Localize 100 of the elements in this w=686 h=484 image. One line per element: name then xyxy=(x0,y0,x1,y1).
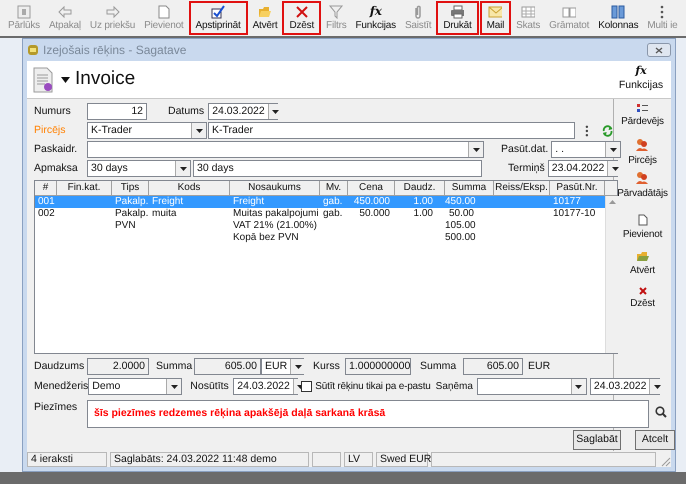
table-cell-text: 50.00 105.00 500.00 xyxy=(445,208,477,244)
document-icon xyxy=(638,214,648,226)
toolbar-button[interactable]: Apstiprināt xyxy=(188,1,248,35)
document-icon xyxy=(156,4,171,18)
dropdown-field[interactable]: 30 days xyxy=(87,160,191,177)
caret-icon xyxy=(294,364,302,368)
table-cell-text: Muitas pakalpojumi VAT 21% (21.00%) Kopā bez PVN xyxy=(232,208,320,244)
caret-icon xyxy=(610,148,617,152)
sidebar-button[interactable]: Dzēst xyxy=(630,287,655,310)
column-header[interactable]: Fin.kat. xyxy=(57,181,112,195)
status-pane: 4 ieraksti xyxy=(27,452,107,467)
column-header[interactable]: # xyxy=(35,181,57,195)
dropdown-field[interactable] xyxy=(476,378,587,395)
close-x-icon xyxy=(294,4,309,18)
field-label: Pircējs xyxy=(34,122,67,138)
caret-icon xyxy=(472,148,480,152)
table-cell-text: 450.00 xyxy=(445,196,477,208)
toolbar-button[interactable]: Atvērt xyxy=(248,1,282,35)
column-header[interactable]: Reiss/Eksp. xyxy=(494,181,550,195)
column-header[interactable]: Mv. xyxy=(320,181,348,195)
table-cell-text: 50.000 xyxy=(358,208,391,221)
toolbar-button[interactable]: fx Funkcijas xyxy=(352,1,400,35)
caret-icon xyxy=(612,166,619,170)
scrollbar[interactable] xyxy=(605,196,619,353)
panel-icon xyxy=(16,4,31,18)
text-field[interactable]: K-Trader xyxy=(208,122,575,139)
field-label: Datums xyxy=(168,104,204,119)
up-arrow-icon xyxy=(609,200,616,204)
functions-button[interactable]: fx Funkcijas xyxy=(615,65,667,94)
field-label: Numurs xyxy=(34,104,72,119)
caret-icon xyxy=(61,76,70,82)
caret-icon xyxy=(272,110,280,114)
field-label: Daudzums xyxy=(34,358,86,374)
table-cell-text: gab. xyxy=(322,208,344,221)
field-label: Paskaidr. xyxy=(34,142,78,157)
dropdown-field[interactable]: K-Trader xyxy=(87,122,207,139)
book-icon xyxy=(562,4,576,18)
table-cell-text: Pakalp. xyxy=(114,196,149,208)
field-label: Summa xyxy=(156,358,194,374)
right-arrow-icon xyxy=(106,4,120,18)
field-label: Saņēma xyxy=(436,380,473,394)
column-header[interactable]: Nosaukums xyxy=(230,181,320,195)
text-field[interactable]: 12 xyxy=(87,103,147,120)
folder-icon xyxy=(258,4,272,18)
table-cell-text: Pakalp. PVN xyxy=(114,208,149,233)
date-field[interactable]: . . xyxy=(551,141,622,158)
checkbox[interactable] xyxy=(301,381,312,392)
column-header[interactable]: Cena xyxy=(348,181,395,195)
refresh-icon xyxy=(602,124,613,136)
columns-icon xyxy=(611,4,626,18)
table-cell-text: 10177-10 xyxy=(552,208,596,221)
left-arrow-icon xyxy=(58,4,72,18)
close-x-icon xyxy=(638,287,646,295)
sidebar-button[interactable]: Pircējs xyxy=(628,138,657,167)
field-label: Menedžeris xyxy=(34,378,88,394)
funnel-icon xyxy=(329,4,344,18)
dropdown-field[interactable]: EUR xyxy=(261,358,304,375)
column-header[interactable]: Tips xyxy=(112,181,149,195)
table-cell-text: 1.00 xyxy=(412,196,434,208)
sidebar-button[interactable]: Pārdevējs xyxy=(621,103,664,128)
invoice-document-icon xyxy=(33,66,53,92)
status-pane: LV xyxy=(344,452,373,467)
people-icon xyxy=(635,138,650,152)
field-label: Sūtīt rēķinu tikai pa e-pastu xyxy=(315,380,431,394)
field-label: Summa xyxy=(420,358,458,374)
column-header[interactable]: Daudz. xyxy=(395,181,445,195)
dialog-button[interactable]: Saglabāt xyxy=(573,430,621,450)
toolbar-button[interactable]: Dzēst xyxy=(282,1,322,35)
app-icon xyxy=(27,44,39,56)
status-pane xyxy=(312,452,341,467)
table-row[interactable]: 002 Pakalp. PVN muita Muitas pakalpojumi VAT 21% (21.00%) Kopā bez PVN gab. 50.000 1.00 50.00 105.00 500.00 10177-10 xyxy=(35,208,605,244)
document-heading: Invoice xyxy=(75,67,136,92)
text-field[interactable]: 30 days xyxy=(193,160,482,177)
table-cell-text: 10177 xyxy=(552,196,582,208)
fx-icon: fx xyxy=(370,4,382,18)
fx-icon: fx xyxy=(635,65,647,76)
close-button[interactable] xyxy=(647,43,671,57)
dropdown-field[interactable]: Demo xyxy=(88,378,182,395)
field-label: Piezīmes xyxy=(34,400,78,415)
notes-field[interactable]: šīs piezīmes redzemes rēķina apakšējā daļā sarkanā krāsā xyxy=(87,400,649,428)
sidebar-button[interactable]: Pievienot xyxy=(622,214,662,241)
sidebar-button[interactable]: Pārvadātājs xyxy=(617,171,668,200)
person-list-icon xyxy=(636,103,649,113)
sidebar-button[interactable]: Atvērt xyxy=(630,251,655,277)
column-header[interactable]: Kods xyxy=(149,181,230,195)
dialog-button[interactable]: Atcelt xyxy=(635,430,675,450)
printer-icon xyxy=(450,4,464,18)
field-label: EUR xyxy=(528,358,550,374)
window-title: Izejošais rēķins - Sagatave xyxy=(43,42,186,59)
toolbar-button[interactable]: Drukāt xyxy=(436,1,479,35)
caret-icon xyxy=(180,166,186,170)
column-header[interactable]: Summa xyxy=(445,181,494,195)
table-cell-text: muita xyxy=(151,208,178,221)
column-header[interactable]: Pasūt.Nr. xyxy=(550,181,605,195)
envelope-icon xyxy=(488,4,502,18)
field-label: Kurss xyxy=(313,358,341,374)
toolbar-button[interactable]: Kolonnas xyxy=(594,1,642,35)
caret-icon xyxy=(575,384,582,388)
toolbar-button[interactable]: Mail xyxy=(480,1,512,35)
dropdown-field[interactable] xyxy=(87,141,484,158)
